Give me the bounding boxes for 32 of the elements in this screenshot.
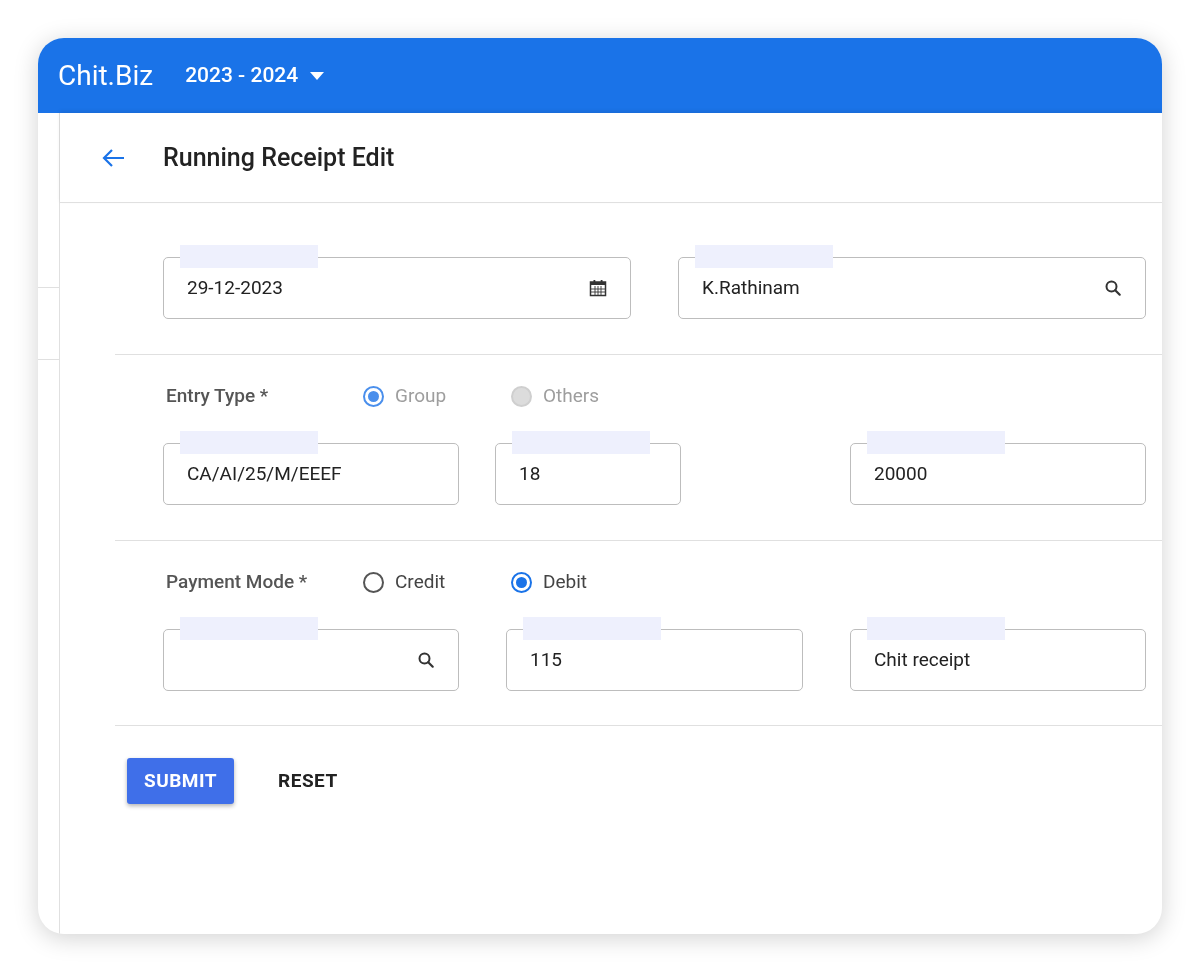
radio-label: Others [543,382,600,409]
input-field[interactable]: Chit receipt [850,629,1146,691]
input-field[interactable]: 29-12-2023 [163,257,631,319]
input-field[interactable]: CA/AI/25/M/EEEF [163,443,459,505]
field-value: K.Rathinam [702,274,801,301]
radio-label: Group [395,382,447,409]
calendar-icon[interactable] [589,279,607,297]
field-value: 20000 [874,460,929,487]
brand-logo[interactable]: Chit.Biz [58,54,154,97]
back-arrow-icon[interactable] [102,147,126,168]
field-value: 115 [530,646,564,673]
field-value: 18 [519,460,542,487]
search-icon[interactable] [1104,279,1122,297]
page-title: Running Receipt Edit [163,141,395,174]
input-field[interactable]: 115 [506,629,803,691]
radio-group-label: Entry Type * [166,382,270,409]
input-field[interactable]: 20000 [850,443,1146,505]
caret-icon [310,71,325,80]
field-value: Chit receipt [874,646,972,673]
radio-label: Debit [543,568,588,595]
field-value: 29-12-2023 [187,274,284,301]
radio-label: Credit [395,568,446,595]
reset-button[interactable]: RESET [260,758,356,804]
field-value: CA/AI/25/M/EEEF [187,460,343,487]
submit-button[interactable]: SUBMIT [127,758,235,804]
radio-group-label: Payment Mode * [166,568,309,595]
search-icon[interactable] [417,651,435,669]
radio-button[interactable] [511,571,532,593]
year-selector[interactable]: 2023 - 2024 [185,59,325,92]
input-field[interactable]: K.Rathinam [678,257,1146,319]
radio-button[interactable] [363,571,384,593]
input-field[interactable] [163,629,459,691]
